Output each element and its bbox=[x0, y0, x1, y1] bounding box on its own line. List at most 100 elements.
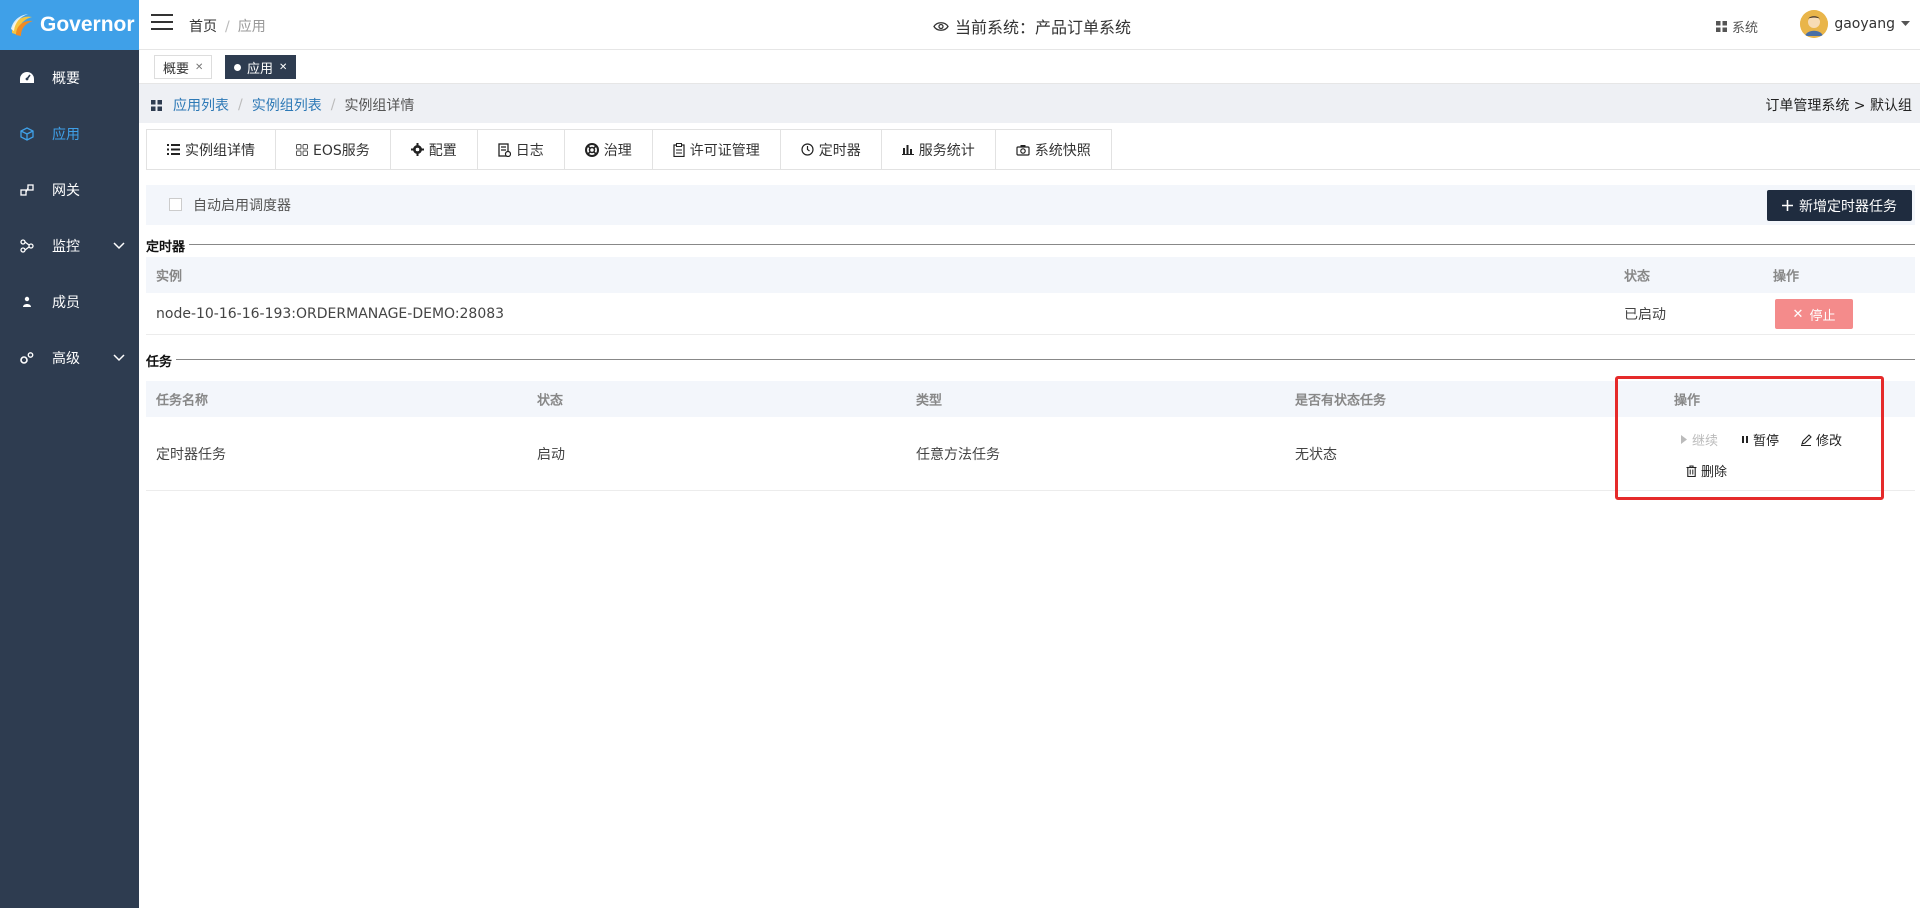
sidebar-item-apps[interactable]: 应用 bbox=[0, 106, 139, 162]
menu-toggle-icon[interactable] bbox=[151, 14, 173, 34]
stop-button[interactable]: ✕ 停止 bbox=[1775, 299, 1853, 329]
chevron-down-icon bbox=[113, 242, 125, 250]
auto-enable-label: 自动启用调度器 bbox=[193, 198, 291, 214]
monitor-icon bbox=[18, 237, 36, 255]
pause-icon bbox=[1742, 436, 1748, 443]
task-stateful: 无状态 bbox=[1295, 446, 1337, 463]
column-header-stateful: 是否有状态任务 bbox=[1295, 393, 1387, 409]
edit-label: 修改 bbox=[1816, 434, 1843, 449]
pause-button[interactable]: 暂停 bbox=[1741, 430, 1779, 449]
tab-label: EOS服务 bbox=[313, 142, 370, 159]
sidebar-item-members[interactable]: 成员 bbox=[0, 274, 139, 330]
lifebuoy-icon bbox=[584, 142, 599, 157]
column-header-task-name: 任务名称 bbox=[156, 393, 209, 409]
plus-icon bbox=[1782, 200, 1793, 211]
tab-service-stats[interactable]: 服务统计 bbox=[880, 129, 995, 170]
tags-bar: 概要 ✕ 应用 ✕ bbox=[139, 50, 1920, 84]
task-section-title: 任务 bbox=[146, 351, 177, 370]
timer-toolbar: 自动启用调度器 新增定时器任务 bbox=[146, 185, 1915, 225]
task-table-header: 任务名称 状态 类型 是否有状态任务 操作 bbox=[146, 381, 1915, 417]
tab-system-snapshot[interactable]: 系统快照 bbox=[994, 129, 1112, 170]
tab-timer[interactable]: 定时器 bbox=[779, 129, 881, 170]
gear-icon bbox=[410, 143, 424, 156]
delete-button[interactable]: 删除 bbox=[1686, 461, 1727, 480]
system-menu[interactable]: 系统 bbox=[1715, 17, 1758, 36]
active-dot-icon bbox=[234, 63, 241, 71]
breadcrumb: 应用列表 / 实例组列表 / 实例组详情 bbox=[151, 95, 414, 115]
app-logo[interactable]: Governor bbox=[0, 0, 139, 50]
sidebar-item-gateway[interactable]: 网关 bbox=[0, 162, 139, 218]
column-header-type: 类型 bbox=[916, 393, 943, 409]
column-header-action: 操作 bbox=[1674, 393, 1701, 409]
task-status: 启动 bbox=[537, 446, 565, 463]
grid-icon bbox=[296, 143, 308, 156]
tag-overview[interactable]: 概要 ✕ bbox=[154, 55, 213, 79]
dashboard-icon bbox=[18, 69, 36, 87]
timer-table-header: 实例 状态 操作 bbox=[146, 257, 1915, 293]
column-header-action: 操作 bbox=[1773, 269, 1800, 285]
user-icon bbox=[18, 293, 36, 311]
task-name: 定时器任务 bbox=[156, 446, 226, 463]
grid-icon bbox=[1715, 21, 1727, 32]
breadcrumb-home[interactable]: 首页 bbox=[189, 19, 217, 35]
section-divider bbox=[146, 244, 1915, 245]
stop-button-label: 停止 bbox=[1809, 308, 1836, 324]
tab-governance[interactable]: 治理 bbox=[563, 129, 652, 170]
tag-label: 概要 bbox=[163, 61, 190, 77]
tab-instance-group-detail[interactable]: 实例组详情 bbox=[146, 129, 275, 170]
sidebar-item-advanced[interactable]: 高级 bbox=[0, 330, 139, 386]
tab-label: 日志 bbox=[515, 142, 544, 159]
gears-icon bbox=[18, 349, 36, 367]
column-header-instance: 实例 bbox=[156, 269, 183, 285]
user-menu[interactable]: gaoyang bbox=[1800, 10, 1910, 38]
app-name: Governor bbox=[40, 13, 135, 36]
grid-icon bbox=[151, 99, 162, 111]
sidebar-item-label: 监控 bbox=[52, 239, 80, 255]
sidebar: Governor 概要 应用 网关 监控 成员 高级 bbox=[0, 0, 139, 908]
log-icon bbox=[498, 142, 511, 157]
resume-label: 继续 bbox=[1692, 434, 1719, 449]
breadcrumb-bar: 应用列表 / 实例组列表 / 实例组详情 订单管理系统 > 默认组 bbox=[139, 84, 1920, 123]
breadcrumb-instance-group-list[interactable]: 实例组列表 bbox=[252, 95, 322, 115]
tab-label: 配置 bbox=[428, 142, 457, 159]
cube-icon bbox=[18, 125, 36, 143]
edit-button[interactable]: 修改 bbox=[1800, 430, 1842, 449]
sidebar-item-label: 成员 bbox=[52, 295, 80, 311]
play-icon bbox=[1681, 435, 1687, 444]
top-bar: 首页 / 应用 当前系统：产品订单系统 系统 gaoyang bbox=[139, 0, 1920, 50]
tab-label: 系统快照 bbox=[1034, 142, 1091, 159]
auto-enable-checkbox[interactable] bbox=[169, 198, 182, 211]
sidebar-item-monitor[interactable]: 监控 bbox=[0, 218, 139, 274]
breadcrumb-current: 应用 bbox=[237, 19, 266, 35]
tab-config[interactable]: 配置 bbox=[389, 129, 477, 170]
tab-logs[interactable]: 日志 bbox=[476, 129, 564, 170]
tag-apps[interactable]: 应用 ✕ bbox=[225, 55, 297, 79]
add-timer-task-button[interactable]: 新增定时器任务 bbox=[1767, 190, 1912, 221]
current-system: 当前系统：产品订单系统 bbox=[933, 14, 1131, 38]
close-icon[interactable]: ✕ bbox=[279, 62, 287, 73]
tab-license[interactable]: 许可证管理 bbox=[651, 129, 780, 170]
caret-down-icon bbox=[1901, 21, 1910, 26]
close-icon[interactable]: ✕ bbox=[195, 62, 203, 73]
camera-icon bbox=[1016, 144, 1030, 156]
table-row: 定时器任务 启动 任意方法任务 无状态 bbox=[146, 417, 1915, 491]
column-header-status: 状态 bbox=[537, 393, 564, 409]
section-divider bbox=[146, 359, 1915, 360]
system-menu-label: 系统 bbox=[1731, 21, 1758, 36]
resume-button[interactable]: 继续 bbox=[1680, 430, 1718, 449]
instance-status: 已启动 bbox=[1624, 306, 1666, 323]
instance-name: node-10-16-16-193:ORDERMANAGE-DEMO:28083 bbox=[156, 305, 505, 322]
tab-eos-service[interactable]: EOS服务 bbox=[275, 129, 390, 170]
column-header-status: 状态 bbox=[1624, 269, 1651, 285]
delete-label: 删除 bbox=[1701, 465, 1728, 480]
logo-icon bbox=[11, 14, 33, 36]
pause-label: 暂停 bbox=[1753, 434, 1780, 449]
breadcrumb-app-list[interactable]: 应用列表 bbox=[173, 95, 229, 115]
current-system-label: 当前系统：产品订单系统 bbox=[955, 18, 1132, 37]
avatar bbox=[1800, 10, 1829, 38]
sidebar-item-overview[interactable]: 概要 bbox=[0, 50, 139, 106]
username: gaoyang bbox=[1834, 16, 1895, 32]
timer-section-title: 定时器 bbox=[146, 236, 190, 255]
sidebar-item-label: 概要 bbox=[52, 71, 80, 87]
pencil-icon bbox=[1801, 433, 1812, 446]
